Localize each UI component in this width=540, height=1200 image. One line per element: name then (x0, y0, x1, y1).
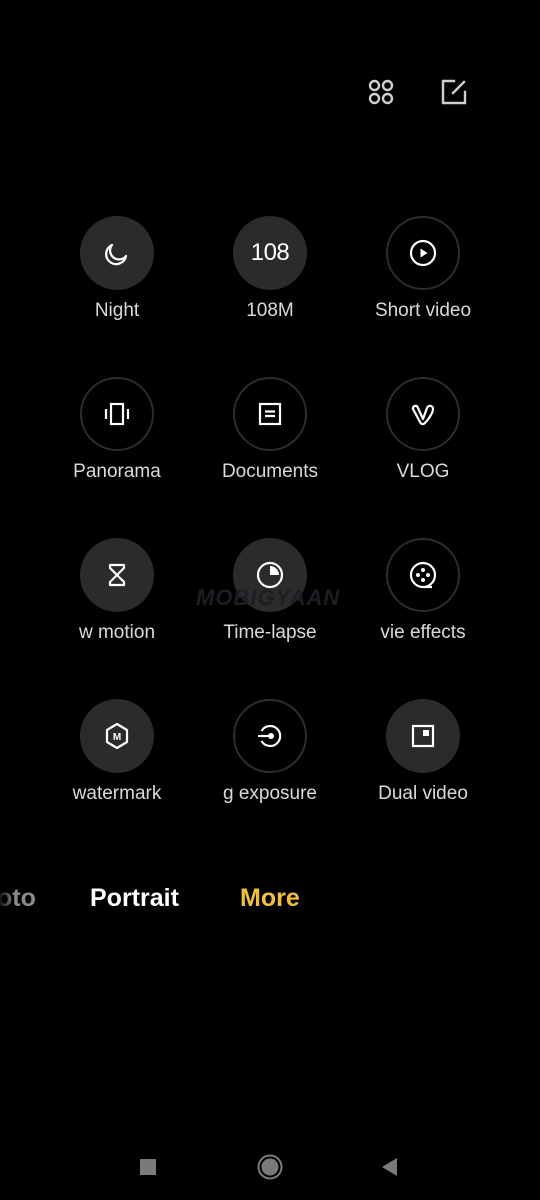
vlog-icon (411, 404, 435, 426)
mode-label: 108M (246, 300, 294, 321)
tab-photo[interactable]: oto (0, 884, 36, 913)
mode-documents[interactable]: Documents (194, 377, 344, 507)
camera-mode-tabs: oto Portrait More (0, 884, 540, 920)
mode-label: watermark (72, 783, 162, 804)
mode-long-exposure-circle[interactable] (233, 699, 307, 773)
mode-slow-motion[interactable]: w motion (41, 538, 191, 668)
mode-documents-circle[interactable] (233, 377, 307, 451)
mode-label: Documents (221, 461, 319, 482)
dual-video-icon (411, 724, 435, 748)
home-button[interactable] (250, 1147, 290, 1187)
mode-panorama-circle[interactable] (80, 377, 154, 451)
mode-label: vie effects (380, 622, 466, 643)
mode-slow-motion-circle[interactable] (80, 538, 154, 612)
mode-label: Short video (374, 300, 472, 321)
long-exposure-icon (258, 724, 282, 748)
circle-home-icon (257, 1154, 283, 1180)
mode-label: g exposure (222, 783, 317, 804)
mode-time-lapse-circle[interactable] (233, 538, 307, 612)
mode-label: w motion (78, 622, 156, 643)
mode-vlog-circle[interactable] (386, 377, 460, 451)
mode-dual-video-circle[interactable] (386, 699, 460, 773)
film-reel-icon (409, 561, 437, 589)
m-hexagon-icon: M (105, 722, 129, 750)
play-circle-icon (409, 239, 437, 267)
system-nav-bar (0, 1145, 540, 1190)
mode-label: Night (94, 300, 140, 321)
square-icon (140, 1159, 156, 1175)
back-button[interactable] (370, 1147, 410, 1187)
mode-long-exposure[interactable]: g exposure (194, 699, 344, 829)
108-text-icon: 108 (250, 239, 290, 266)
mode-108m[interactable]: 108 108M (194, 216, 344, 346)
mode-panorama[interactable]: Panorama (41, 377, 191, 507)
mode-movie-effects-circle[interactable] (386, 538, 460, 612)
mode-label: Time-lapse (223, 622, 317, 643)
mode-dual-video[interactable]: Dual video (347, 699, 497, 829)
mode-vlog[interactable]: VLOG (347, 377, 497, 507)
triangle-back-icon (382, 1158, 397, 1176)
mode-label: Dual video (378, 783, 468, 804)
mode-108m-circle[interactable]: 108 (233, 216, 307, 290)
mode-night[interactable]: Night (41, 216, 191, 346)
mode-time-lapse[interactable]: Time-lapse (194, 538, 344, 668)
mode-movie-effects[interactable]: vie effects (347, 538, 497, 668)
document-icon (258, 402, 282, 426)
mode-short-video[interactable]: Short video (347, 216, 497, 346)
mode-night-circle[interactable] (80, 216, 154, 290)
tab-more[interactable]: More (240, 884, 300, 913)
mode-grid: Night 108 108M Short video Panorama Docu… (0, 0, 540, 840)
moon-icon (105, 243, 128, 266)
panorama-icon (104, 402, 130, 426)
mode-short-video-circle[interactable] (386, 216, 460, 290)
mode-label: Panorama (73, 461, 161, 482)
timer-icon (256, 561, 284, 589)
mode-label: VLOG (396, 461, 450, 482)
tab-portrait[interactable]: Portrait (90, 884, 179, 913)
hourglass-icon (108, 563, 126, 587)
mode-watermark-circle[interactable]: M (80, 699, 154, 773)
recents-button[interactable] (128, 1147, 168, 1187)
svg-text:M: M (113, 732, 121, 743)
mode-watermark[interactable]: M watermark (41, 699, 191, 829)
